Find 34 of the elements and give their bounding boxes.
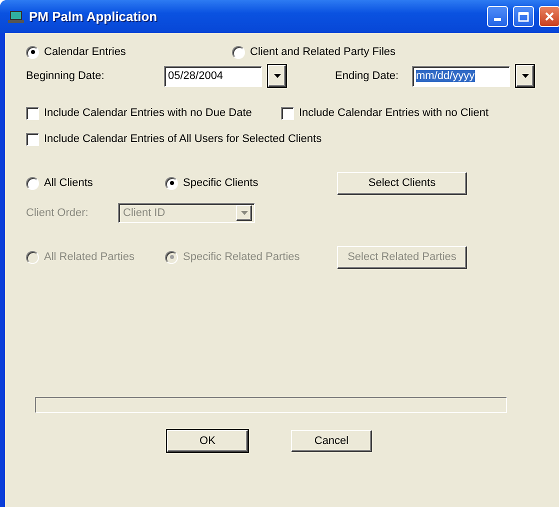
maximize-icon	[518, 12, 529, 22]
checkbox[interactable]	[26, 132, 39, 146]
dropdown-button[interactable]	[268, 65, 286, 87]
radio-button[interactable]	[26, 46, 39, 58]
dialog-button[interactable]: OK	[167, 430, 248, 452]
radio-label[interactable]: Client and Related Party Files	[250, 46, 396, 58]
date-field[interactable]: mm/dd/yyyy	[412, 66, 510, 86]
minimize-button[interactable]	[487, 6, 508, 27]
radio-button[interactable]	[26, 176, 39, 190]
radio-button[interactable]	[165, 176, 178, 190]
field-label: Client Order:	[26, 207, 90, 219]
close-button[interactable]	[539, 6, 559, 27]
radio-label[interactable]: Specific Clients	[183, 177, 258, 189]
checkbox-label[interactable]: Include Calendar Entries with no Client	[299, 107, 489, 119]
radio-label[interactable]: All Clients	[44, 177, 93, 189]
checkbox-label[interactable]: Include Calendar Entries of All Users for Selected Clients	[44, 133, 322, 145]
close-icon	[545, 12, 554, 21]
dialog-button[interactable]: Cancel	[291, 430, 372, 452]
select-clients-button[interactable]: Select Clients	[337, 172, 467, 194]
field-label: Beginning Date:	[26, 70, 106, 82]
app-icon	[8, 10, 24, 24]
dropdown-arrow-icon	[240, 211, 248, 215]
dropdown-button[interactable]	[516, 65, 534, 87]
radio-label[interactable]: Calendar Entries	[44, 46, 126, 58]
checkbox[interactable]	[281, 106, 294, 120]
dropdown-arrow-icon	[522, 74, 528, 78]
checkbox[interactable]	[26, 106, 39, 120]
field-label: Ending Date:	[335, 70, 400, 82]
maximize-button[interactable]	[513, 6, 534, 27]
dropdown-arrow-icon	[274, 74, 280, 78]
window-title: PM Palm Application	[29, 9, 158, 24]
checkbox-label[interactable]: Include Calendar Entries with no Due Date	[44, 107, 252, 119]
date-field[interactable]: 05/28/2004	[164, 66, 262, 86]
radio-button[interactable]	[232, 46, 245, 58]
